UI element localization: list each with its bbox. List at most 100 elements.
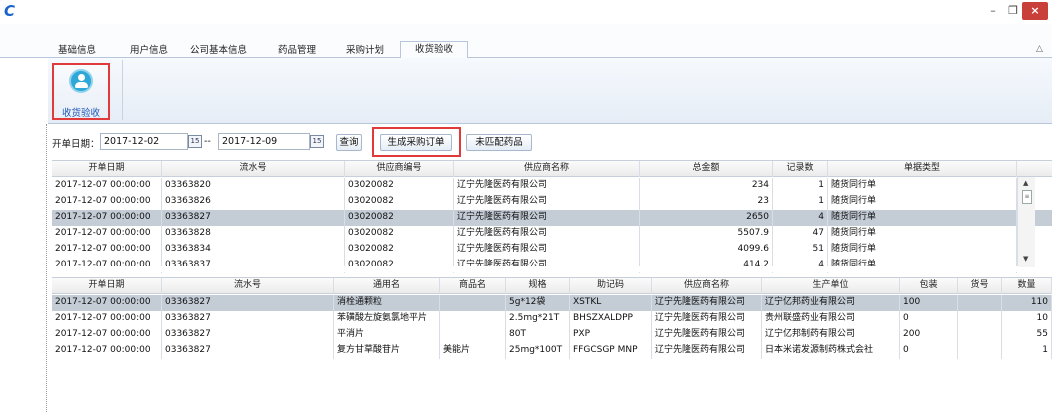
column-header-mnemonic[interactable]: 助记码 <box>570 278 652 294</box>
cell-supplier-code: 03020082 <box>345 242 454 258</box>
cell-package: 100 <box>900 295 958 311</box>
cell-quantity: 1 <box>1002 343 1052 359</box>
cell-quantity: 110 <box>1002 295 1052 311</box>
tab-purchase-plan[interactable]: 采购计划 <box>346 44 384 58</box>
maximize-button[interactable]: ❐ <box>1004 2 1022 20</box>
cell-manufacturer: 贵州联盛药业有限公司 <box>762 311 900 327</box>
cell-supplier-name: 辽宁先隆医药有限公司 <box>454 210 640 226</box>
cell-serial-no: 03363827 <box>162 210 345 226</box>
cell-order-date: 2017-12-07 00:00:00 <box>52 178 162 194</box>
query-button[interactable]: 查询 <box>336 134 362 151</box>
table-row[interactable]: 2017-12-07 00:00:00 03363820 03020082 辽宁先隆医… <box>52 178 1052 194</box>
column-header-serial-no[interactable]: 流水号 <box>162 161 345 177</box>
cell-record-count: 51 <box>773 242 828 258</box>
cell-trade-name <box>440 311 506 327</box>
cell-order-date: 2017-12-07 00:00:00 <box>52 210 162 226</box>
order-date-label: 开单日期： <box>52 139 100 150</box>
cell-order-date: 2017-12-07 00:00:00 <box>52 327 162 343</box>
cell-package: 200 <box>900 327 958 343</box>
ribbon-separator <box>122 60 123 120</box>
cell-spec: 5g*12袋 <box>506 295 570 311</box>
table-row[interactable]: 2017-12-07 00:00:00 03363827 03020082 辽宁先隆医… <box>52 210 1052 226</box>
cell-total-amount: 4099.6 <box>640 242 773 258</box>
scroll-down-icon[interactable]: ▼ <box>1023 255 1028 263</box>
grid-header-row: 开单日期 流水号 通用名 商品名 规格 助记码 供应商名称 生产单位 包装 货号 数量 <box>52 278 1052 294</box>
scroll-up-icon[interactable]: ▲ <box>1023 179 1028 187</box>
table-row[interactable]: 2017-12-07 00:00:00 03363827 平消片 80T PXP 辽宁先隆… <box>52 327 1052 343</box>
cell-document-type: 随货同行单 <box>828 194 1017 210</box>
receipt-summary-grid: 开单日期 流水号 供应商编号 供应商名称 总金额 记录数 单据类型 2017-12-07 00… <box>52 160 1052 273</box>
cell-order-date: 2017-12-07 00:00:00 <box>52 295 162 311</box>
cell-total-amount: 2650 <box>640 210 773 226</box>
column-header-quantity[interactable]: 数量 <box>1002 278 1052 294</box>
calendar-icon[interactable]: 15 <box>188 135 202 148</box>
table-row[interactable]: 2017-12-07 00:00:00 03363834 03020082 辽宁先隆医… <box>52 242 1052 258</box>
cell-trade-name: 美能片 <box>440 343 506 359</box>
cell-manufacturer: 辽宁亿邦制药有限公司 <box>762 327 900 343</box>
cell-serial-no: 03363827 <box>162 327 334 343</box>
unmatched-drugs-button[interactable]: 未匹配药品 <box>466 134 532 151</box>
tab-company-info[interactable]: 公司基本信息 <box>190 44 247 58</box>
column-header-order-date[interactable]: 开单日期 <box>52 161 162 177</box>
column-header-serial-no[interactable]: 流水号 <box>162 278 334 294</box>
cell-supplier-code: 03020082 <box>345 210 454 226</box>
tab-receiving-inspection[interactable]: 收货验收 <box>400 41 469 59</box>
tab-basic-info[interactable]: 基础信息 <box>58 44 96 58</box>
cell-mnemonic: XSTKL <box>570 295 652 311</box>
cell-document-type: 随货同行单 <box>828 226 1017 242</box>
grid-bottom-clip <box>52 266 1018 272</box>
column-header-total-amount[interactable]: 总金额 <box>640 161 773 177</box>
app-logo-icon: C <box>4 2 16 20</box>
column-header-item-no[interactable]: 货号 <box>958 278 1002 294</box>
column-header-spec[interactable]: 规格 <box>506 278 570 294</box>
cell-spec: 80T <box>506 327 570 343</box>
cell-item-no <box>958 327 1002 343</box>
column-header-document-type[interactable]: 单据类型 <box>828 161 1017 177</box>
table-row[interactable]: 2017-12-07 00:00:00 03363828 03020082 辽宁先隆医… <box>52 226 1052 242</box>
column-header-generic-name[interactable]: 通用名 <box>334 278 440 294</box>
table-row[interactable]: 2017-12-07 00:00:00 03363826 03020082 辽宁先隆医… <box>52 194 1052 210</box>
column-header-trade-name[interactable]: 商品名 <box>440 278 506 294</box>
scroll-thumb[interactable]: ≡ <box>1022 190 1032 204</box>
highlight-box <box>372 127 461 157</box>
cell-serial-no: 03363820 <box>162 178 345 194</box>
column-header-manufacturer[interactable]: 生产单位 <box>762 278 900 294</box>
cell-manufacturer: 日本米诺发源制药株式会社 <box>762 343 900 359</box>
cell-quantity: 10 <box>1002 311 1052 327</box>
table-row[interactable]: 2017-12-07 00:00:00 03363827 消栓通颗粒 5g*12袋 XS… <box>52 295 1052 311</box>
calendar-icon[interactable]: 15 <box>310 135 324 148</box>
cell-serial-no: 03363834 <box>162 242 345 258</box>
cell-mnemonic: PXP <box>570 327 652 343</box>
cell-generic-name: 消栓通颗粒 <box>334 295 440 311</box>
column-header-supplier-name[interactable]: 供应商名称 <box>454 161 640 177</box>
table-row[interactable]: 2017-12-07 00:00:00 03363827 复方甘草酸苷片 美能片 25m… <box>52 343 1052 359</box>
cell-package: 0 <box>900 343 958 359</box>
table-row[interactable]: 2017-12-07 00:00:00 03363827 苯磺酸左旋氨氯地平片 2.5… <box>52 311 1052 327</box>
cell-order-date: 2017-12-07 00:00:00 <box>52 343 162 359</box>
collapse-ribbon-icon[interactable]: △ <box>1036 44 1043 54</box>
column-header-supplier-name[interactable]: 供应商名称 <box>652 278 762 294</box>
date-range-separator: -- <box>204 136 211 147</box>
cell-quantity: 55 <box>1002 327 1052 343</box>
column-header-record-count[interactable]: 记录数 <box>773 161 828 177</box>
tab-drug-management[interactable]: 药品管理 <box>278 44 316 58</box>
close-button[interactable]: × <box>1022 2 1048 20</box>
cell-item-no <box>958 343 1002 359</box>
minimize-button[interactable]: – <box>984 2 1002 20</box>
start-date-input[interactable]: 2017-12-02 <box>100 133 188 150</box>
receiving-inspection-button[interactable]: 收货验收 <box>52 63 110 120</box>
vertical-scrollbar[interactable]: ▲ ≡ ▼ <box>1017 177 1035 267</box>
column-header-order-date[interactable]: 开单日期 <box>52 278 162 294</box>
column-header-package[interactable]: 包装 <box>900 278 958 294</box>
cell-supplier-code: 03020082 <box>345 178 454 194</box>
cell-supplier-code: 03020082 <box>345 194 454 210</box>
cell-mnemonic: FFGCSGP MNP <box>570 343 652 359</box>
cell-document-type: 随货同行单 <box>828 178 1017 194</box>
cell-trade-name <box>440 327 506 343</box>
title-bar: C – ❐ × <box>0 0 1052 24</box>
column-header-supplier-code[interactable]: 供应商编号 <box>345 161 454 177</box>
tab-user-info[interactable]: 用户信息 <box>130 44 168 58</box>
end-date-input[interactable]: 2017-12-09 <box>218 133 310 150</box>
cell-generic-name: 复方甘草酸苷片 <box>334 343 440 359</box>
cell-total-amount: 234 <box>640 178 773 194</box>
